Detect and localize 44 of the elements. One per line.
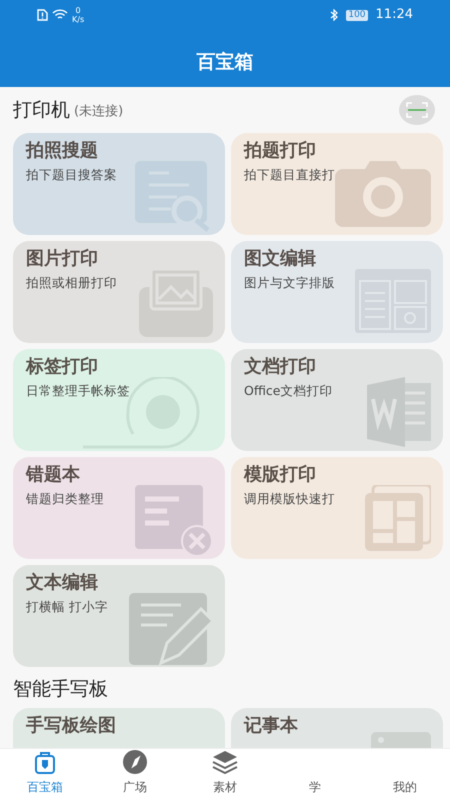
card-title: 手写板绘图	[26, 714, 117, 736]
nav-tab[interactable]: 学	[270, 749, 360, 800]
card-title: 记事本	[244, 714, 299, 736]
battery-level: 100	[346, 10, 368, 20]
card-title: 错题本	[26, 464, 81, 486]
nav-tab[interactable]: 广场	[90, 749, 180, 800]
card-title: 图文编辑	[244, 248, 317, 270]
clock-time: 11:24	[376, 6, 413, 24]
card-title: 文本编辑	[26, 572, 99, 594]
card-subtitle: 拍下题目搜答案	[26, 166, 118, 184]
connection-status: (未连接)	[74, 103, 124, 122]
nav-tab[interactable]: 我的	[360, 749, 450, 800]
card-subtitle: 拍下题目直接打	[244, 166, 336, 184]
feature-card[interactable]: 错题本 错题归类整理	[13, 457, 225, 559]
nav-tab[interactable]: 百宝箱	[0, 749, 90, 800]
card-subtitle: Office文档打印	[244, 382, 334, 400]
card-title: 拍照搜题	[26, 140, 99, 162]
feature-card[interactable]: 标签打印 日常整理手帐标签	[13, 349, 225, 451]
card-title: 模版打印	[244, 464, 317, 486]
feature-card[interactable]: 图文编辑 图片与文字排版	[231, 241, 443, 343]
feature-card[interactable]: 手写板绘图	[13, 708, 225, 748]
card-title: 拍题打印	[244, 140, 317, 162]
feature-card[interactable]: 图片打印 拍照或相册打印	[13, 241, 225, 343]
section-title: 智能手写板	[13, 677, 108, 702]
card-title: 图片打印	[26, 248, 99, 270]
feature-card[interactable]: 记事本	[231, 708, 443, 748]
card-subtitle: 调用模版快速打	[244, 490, 336, 508]
speed-value: 0	[74, 6, 82, 15]
page-title: 百宝箱	[196, 50, 254, 75]
card-subtitle: 错题归类整理	[26, 490, 105, 508]
feature-card[interactable]: 文本编辑 打横幅 打小字	[13, 565, 225, 667]
speed-unit: K/s	[72, 15, 84, 24]
card-subtitle: 图片与文字排版	[244, 274, 336, 292]
card-title: 文档打印	[244, 356, 317, 378]
feature-card[interactable]: 拍题打印 拍下题目直接打	[231, 133, 443, 235]
section-title: 打印机	[13, 98, 70, 123]
feature-card[interactable]: 文档打印 Office文档打印	[231, 349, 443, 451]
feature-card[interactable]: 模版打印 调用模版快速打	[231, 457, 443, 559]
card-subtitle: 打横幅 打小字	[26, 598, 109, 616]
nav-tab[interactable]: 素材	[180, 749, 270, 800]
feature-card[interactable]: 拍照搜题 拍下题目搜答案	[13, 133, 225, 235]
card-subtitle: 拍照或相册打印	[26, 274, 118, 292]
card-title: 标签打印	[26, 356, 99, 378]
card-subtitle: 日常整理手帐标签	[26, 382, 131, 400]
